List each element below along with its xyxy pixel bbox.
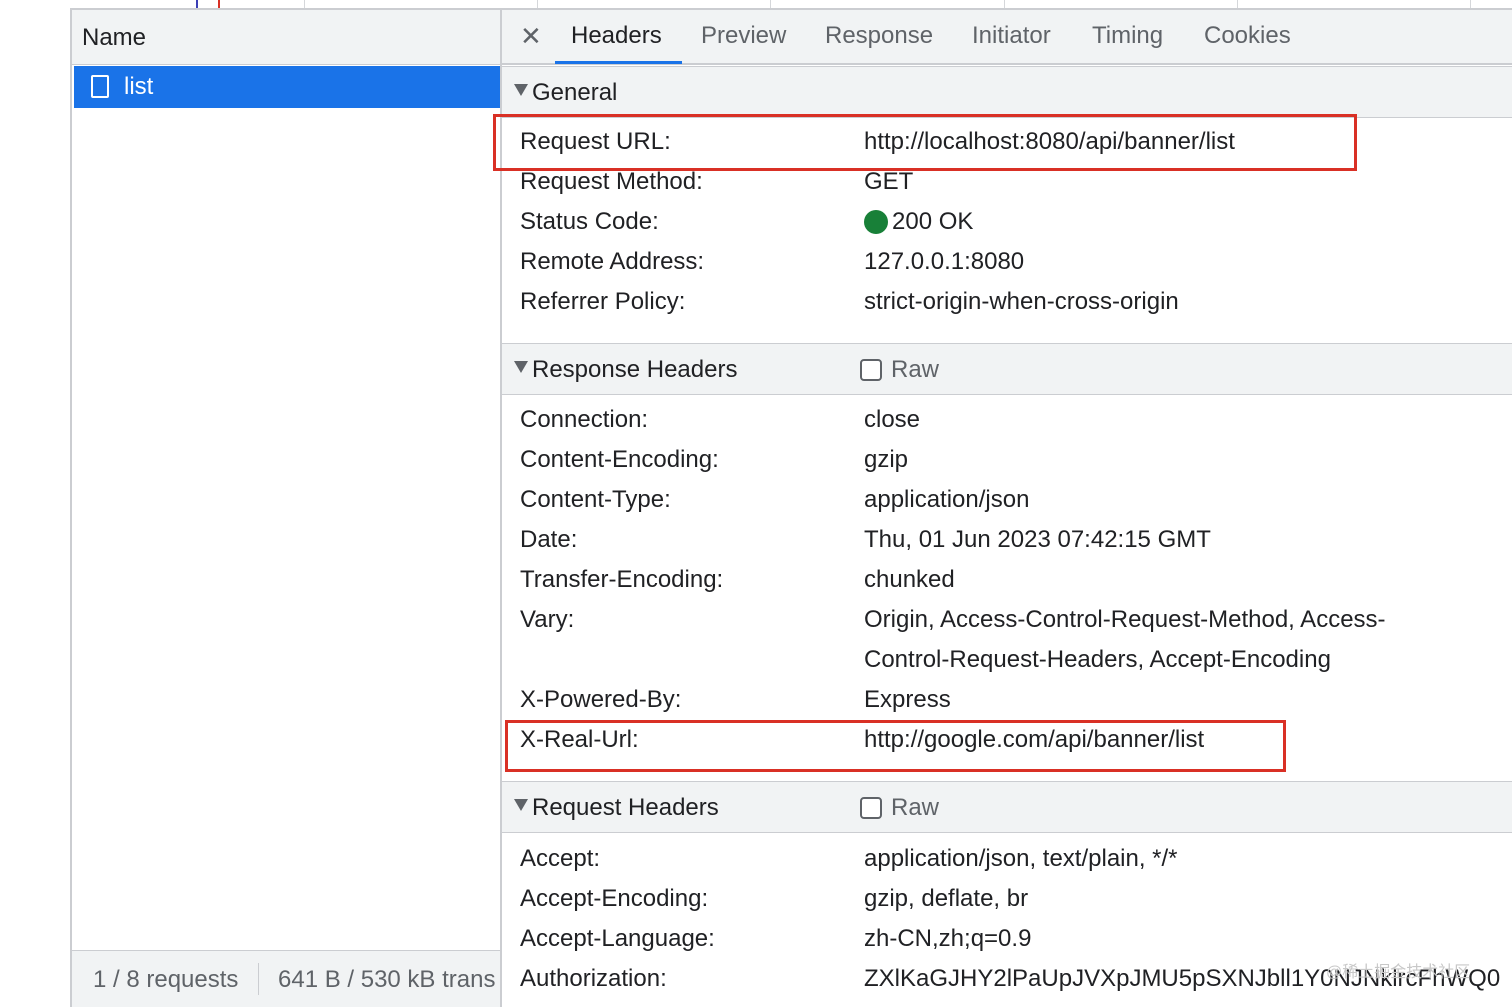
name-column-header[interactable]: Name <box>72 10 500 65</box>
header-value[interactable]: Express <box>864 686 951 714</box>
header-key: Accept-Encoding: <box>520 885 709 912</box>
details-tabbar: ✕ Headers Preview Response Initiator Tim… <box>502 10 1512 65</box>
header-value[interactable]: chunked <box>864 566 955 594</box>
response-headers-section-header[interactable]: Response Headers Raw <box>502 343 1512 395</box>
header-row-transfer-encoding: Transfer-Encoding: chunked <box>502 560 1512 600</box>
overview-tick <box>1470 0 1471 8</box>
request-name: list <box>124 73 154 100</box>
header-value[interactable]: strict-origin-when-cross-origin <box>864 288 1179 316</box>
header-row-content-type: Content-Type: application/json <box>502 480 1512 520</box>
network-overview-strip[interactable] <box>70 0 1512 10</box>
header-key: X-Real-Url: <box>520 726 639 753</box>
header-value[interactable]: application/json <box>864 486 1029 514</box>
header-row-accept-encoding: Accept-Encoding: gzip, deflate, br <box>502 879 1512 919</box>
header-row-status-code: Status Code: 200 OK <box>502 202 1512 242</box>
expand-triangle-icon <box>514 361 528 373</box>
tab-preview[interactable]: Preview <box>701 22 786 50</box>
header-row-connection: Connection: close <box>502 400 1512 440</box>
header-key: Request Method: <box>520 168 703 195</box>
header-key: Date: <box>520 526 578 553</box>
header-value[interactable]: gzip <box>864 446 908 474</box>
window-gutter <box>0 0 70 1007</box>
header-key: Vary: <box>520 606 575 633</box>
header-value[interactable]: close <box>864 406 920 434</box>
close-icon[interactable]: ✕ <box>520 22 542 50</box>
header-row-remote-address: Remote Address: 127.0.0.1:8080 <box>502 242 1512 282</box>
checkbox-icon <box>860 797 882 819</box>
expand-triangle-icon <box>514 84 528 96</box>
header-value[interactable]: 200 OK <box>892 208 973 236</box>
status-ok-icon <box>864 210 888 234</box>
general-section-title: General <box>532 79 618 106</box>
header-row-request-url: Request URL: http://localhost:8080/api/b… <box>502 122 1512 162</box>
header-value[interactable]: http://google.com/api/banner/list <box>864 726 1204 754</box>
header-key: Accept-Language: <box>520 925 715 952</box>
header-key: Content-Type: <box>520 486 671 513</box>
summary-divider <box>258 963 259 995</box>
header-key: Referrer Policy: <box>520 288 686 315</box>
header-row-vary: Vary: Origin, Access-Control-Request-Met… <box>502 600 1512 640</box>
header-key: X-Powered-By: <box>520 686 682 713</box>
header-value[interactable]: 127.0.0.1:8080 <box>864 248 1024 276</box>
header-row-accept-language: Accept-Language: zh-CN,zh;q=0.9 <box>502 919 1512 959</box>
header-value[interactable]: http://localhost:8080/api/banner/list <box>864 128 1235 156</box>
header-key: Accept: <box>520 845 601 872</box>
overview-tick <box>1004 0 1005 8</box>
tab-timing[interactable]: Timing <box>1092 22 1163 50</box>
transfer-size: 641 B / 530 kB trans <box>278 966 496 993</box>
header-row-content-encoding: Content-Encoding: gzip <box>502 440 1512 480</box>
tab-initiator[interactable]: Initiator <box>972 22 1051 50</box>
header-value[interactable]: gzip, deflate, br <box>864 885 1028 913</box>
header-row-request-method: Request Method: GET <box>502 162 1512 202</box>
request-details-panel: ✕ Headers Preview Response Initiator Tim… <box>502 10 1512 1007</box>
header-row-accept: Accept: application/json, text/plain, */… <box>502 839 1512 879</box>
header-key: Content-Encoding: <box>520 446 719 473</box>
request-headers-section-header[interactable]: Request Headers Raw <box>502 781 1512 833</box>
overview-tick <box>304 0 305 8</box>
general-section-header[interactable]: General <box>502 66 1512 118</box>
request-count: 1 / 8 requests <box>93 966 239 993</box>
header-key: Remote Address: <box>520 248 705 275</box>
raw-label: Raw <box>891 794 940 821</box>
name-column-label: Name <box>82 24 147 51</box>
document-icon <box>91 75 109 98</box>
expand-triangle-icon <box>514 799 528 811</box>
overview-tick <box>770 0 771 8</box>
header-key: Request URL: <box>520 128 671 155</box>
header-value[interactable]: Thu, 01 Jun 2023 07:42:15 GMT <box>864 526 1211 554</box>
header-row-x-powered-by: X-Powered-By: Express <box>502 680 1512 720</box>
checkbox-icon <box>860 359 882 381</box>
tab-headers[interactable]: Headers <box>571 22 662 50</box>
load-event-marker <box>218 0 220 8</box>
active-tab-indicator <box>555 61 682 64</box>
header-row-date: Date: Thu, 01 Jun 2023 07:42:15 GMT <box>502 520 1512 560</box>
request-row-list[interactable]: list <box>74 66 500 108</box>
dom-content-loaded-marker <box>196 0 198 8</box>
header-row-x-real-url: X-Real-Url: http://google.com/api/banner… <box>502 720 1512 760</box>
header-value[interactable]: application/json, text/plain, */* <box>864 845 1178 873</box>
tab-response[interactable]: Response <box>825 22 933 50</box>
request-list-panel: Name list 1 / 8 requests 641 B / 530 kB … <box>70 10 502 1007</box>
header-key: Authorization: <box>520 965 667 992</box>
overview-tick <box>1237 0 1238 8</box>
request-headers-title: Request Headers <box>532 794 719 821</box>
header-row-referrer-policy: Referrer Policy: strict-origin-when-cros… <box>502 282 1512 322</box>
header-value-continued[interactable]: Control-Request-Headers, Accept-Encoding <box>864 646 1331 674</box>
header-value[interactable]: Origin, Access-Control-Request-Method, A… <box>864 606 1386 634</box>
overview-tick <box>537 0 538 8</box>
header-key: Connection: <box>520 406 649 433</box>
header-value[interactable]: zh-CN,zh;q=0.9 <box>864 925 1031 953</box>
tab-cookies[interactable]: Cookies <box>1204 22 1291 50</box>
response-headers-title: Response Headers <box>532 356 738 383</box>
header-value[interactable]: GET <box>864 168 913 196</box>
watermark: @稀土掘金技术社区 <box>1326 964 1471 981</box>
header-row-vary-continued: Control-Request-Headers, Accept-Encoding <box>502 640 1512 680</box>
network-summary-bar: 1 / 8 requests 641 B / 530 kB trans <box>72 950 500 1007</box>
header-key: Transfer-Encoding: <box>520 566 724 593</box>
raw-label: Raw <box>891 356 940 383</box>
header-key: Status Code: <box>520 208 659 235</box>
